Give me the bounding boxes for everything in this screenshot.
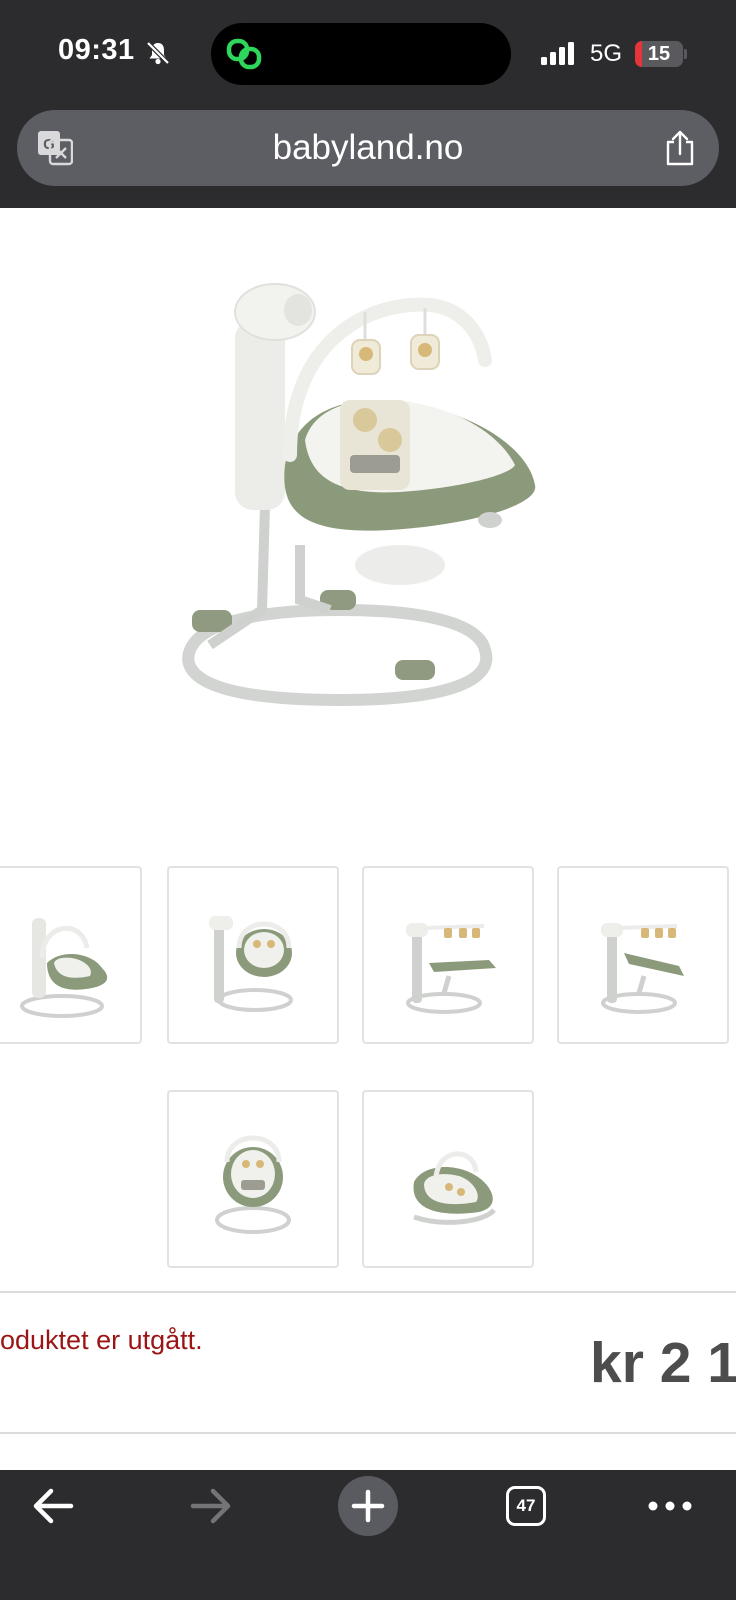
thumbnail-image — [215, 1135, 291, 1234]
network-type: 5G — [590, 40, 623, 67]
battery-level: 15 — [647, 43, 671, 65]
discontinued-notice: oduktet er utgått. — [0, 1325, 203, 1355]
product-price: kr 2 1 — [590, 1331, 736, 1395]
divider-top — [0, 1291, 736, 1293]
tab-count: 47 — [516, 1496, 536, 1515]
browser-top-bar: 09:31 5G 15 G babyland.no — [0, 0, 736, 208]
new-tab-button[interactable] — [338, 1476, 398, 1536]
status-time: 09:31 — [58, 34, 135, 66]
thumbnail-image — [601, 923, 684, 1014]
plus-icon — [351, 1489, 385, 1523]
thumbnail-4[interactable] — [557, 866, 729, 1044]
thumbnail-image — [406, 923, 496, 1014]
thumbnail-image — [209, 916, 293, 1012]
thumbnail-6[interactable] — [362, 1090, 534, 1268]
island-link-icon — [226, 38, 262, 70]
browser-bottom-bar: 47 — [0, 1470, 736, 1600]
thumbnail-3[interactable] — [362, 866, 534, 1044]
forward-arrow-icon — [190, 1488, 231, 1524]
address-bar[interactable]: G babyland.no — [17, 110, 719, 186]
thumbnail-1[interactable] — [0, 866, 142, 1044]
forward-button[interactable] — [170, 1470, 250, 1542]
url-text[interactable]: babyland.no — [17, 110, 719, 186]
back-arrow-icon — [33, 1488, 74, 1524]
screen: { "status_bar": { "time": "09:31", "netw… — [0, 0, 736, 1600]
tabs-button[interactable]: 47 — [506, 1486, 546, 1526]
dynamic-island — [211, 23, 511, 85]
divider-bottom — [0, 1432, 736, 1434]
thumbnail-5[interactable] — [167, 1090, 339, 1268]
thumbnail-2[interactable] — [167, 866, 339, 1044]
bell-slash-icon — [146, 41, 170, 65]
battery-indicator: 15 — [635, 41, 687, 67]
more-button[interactable] — [630, 1470, 710, 1542]
thumbnail-image — [20, 918, 108, 1018]
more-dots-icon — [648, 1501, 692, 1511]
back-button[interactable] — [14, 1470, 94, 1542]
signal-bars-icon — [541, 42, 574, 65]
product-main-image[interactable] — [170, 280, 550, 720]
share-icon[interactable] — [665, 130, 695, 166]
thumbnail-image — [413, 1151, 496, 1225]
